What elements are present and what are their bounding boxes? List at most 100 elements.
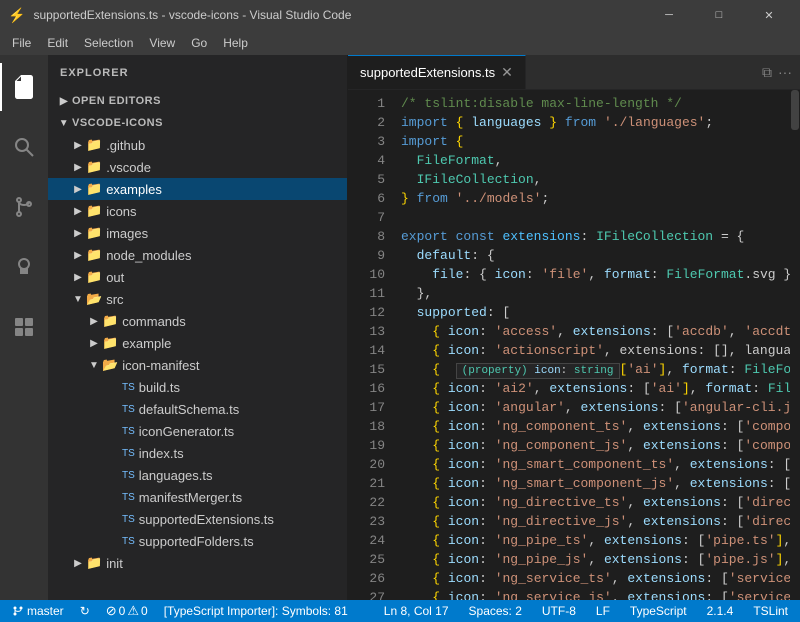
file-icongenerator-ts[interactable]: TS iconGenerator.ts — [48, 420, 347, 442]
file-index-ts[interactable]: TS index.ts — [48, 442, 347, 464]
more-actions-button[interactable]: ··· — [778, 64, 792, 80]
section-open-editors[interactable]: ▶ OPEN EDITORS — [48, 90, 347, 112]
code-line-25: { icon: 'ng_pipe_js', extensions: ['pipe… — [401, 550, 790, 569]
folder-icon: 📁 — [86, 247, 102, 263]
code-line-27: { icon: 'ng_service_js', extensions: ['s… — [401, 588, 790, 600]
activity-explorer[interactable] — [0, 63, 48, 111]
tslint-status[interactable]: TSLint — [749, 604, 792, 618]
tab-supported-extensions[interactable]: supportedExtensions.ts ✕ — [348, 55, 526, 89]
file-icon: TS — [122, 404, 135, 415]
chevron-right-icon: ▶ — [70, 225, 86, 241]
chevron-down-icon: ▼ — [56, 115, 72, 131]
ts-version[interactable]: 2.1.4 — [703, 604, 738, 618]
title-text: supportedExtensions.ts - vscode-icons - … — [33, 8, 638, 22]
file-supportedfolders-ts[interactable]: TS supportedFolders.ts — [48, 530, 347, 552]
code-line-8: export const extensions: IFileCollection… — [401, 227, 790, 246]
chevron-right-icon: ▶ — [70, 181, 86, 197]
folder-icon: 📁 — [86, 203, 102, 219]
menu-view[interactable]: View — [141, 34, 183, 52]
close-button[interactable]: ✕ — [746, 0, 792, 30]
file-build-ts[interactable]: TS build.ts — [48, 376, 347, 398]
folder-icon: 📁 — [86, 555, 102, 571]
code-line-9: default: { — [401, 246, 790, 265]
tab-filename: supportedExtensions.ts — [360, 65, 495, 80]
chevron-right-icon: ▶ — [70, 247, 86, 263]
encoding[interactable]: UTF-8 — [538, 604, 580, 618]
folder-icon-manifest[interactable]: ▼ 📂 icon-manifest — [48, 354, 347, 376]
cursor-position[interactable]: Ln 8, Col 17 — [380, 604, 453, 618]
tab-spacer — [526, 55, 754, 89]
scrollbar-thumb[interactable] — [791, 90, 799, 130]
editor-area: supportedExtensions.ts ✕ ⧉ ··· 12345 678… — [348, 55, 800, 600]
file-icon: TS — [122, 536, 135, 547]
file-manifestmerger-ts[interactable]: TS manifestMerger.ts — [48, 486, 347, 508]
folder-commands[interactable]: ▶ 📁 commands — [48, 310, 347, 332]
activity-git[interactable] — [0, 183, 48, 231]
error-count[interactable]: ⊘ 0 ⚠ 0 — [102, 603, 152, 619]
folder-icon: 📁 — [86, 269, 102, 285]
menu-edit[interactable]: Edit — [39, 34, 76, 52]
code-line-24: { icon: 'ng_pipe_ts', extensions: ['pipe… — [401, 531, 790, 550]
folder-open-icon: 📂 — [102, 357, 118, 373]
menu-file[interactable]: File — [4, 34, 39, 52]
code-line-18: { icon: 'ng_component_ts', extensions: [… — [401, 417, 790, 436]
sync-button[interactable]: ↻ — [76, 604, 94, 618]
folder-github[interactable]: ▶ 📁 .github — [48, 134, 347, 156]
file-icon: TS — [122, 448, 135, 459]
folder-icon: 📁 — [86, 159, 102, 175]
git-branch[interactable]: master — [8, 604, 68, 618]
code-line-13: { icon: 'access', extensions: ['accdb', … — [401, 322, 790, 341]
sidebar: Explorer ▶ OPEN EDITORS ▼ VSCODE-ICONS ▶… — [48, 55, 348, 600]
folder-examples[interactable]: ▶ 📁 examples — [48, 178, 347, 200]
folder-images[interactable]: ▶ 📁 images — [48, 222, 347, 244]
file-supportedextensions-ts[interactable]: TS supportedExtensions.ts — [48, 508, 347, 530]
folder-icons[interactable]: ▶ 📁 icons — [48, 200, 347, 222]
menu-help[interactable]: Help — [215, 34, 256, 52]
code-line-21: { icon: 'ng_smart_component_js', extensi… — [401, 474, 790, 493]
folder-icon: 📁 — [86, 137, 102, 153]
language-mode[interactable]: TypeScript — [626, 604, 691, 618]
code-line-15: { (property) icon: string['ai'], format:… — [401, 360, 790, 379]
chevron-right-icon: ▶ — [70, 555, 86, 571]
tab-close-button[interactable]: ✕ — [501, 64, 513, 81]
status-bar: master ↻ ⊘ 0 ⚠ 0 [TypeScript Importer]: … — [0, 600, 800, 622]
code-line-5: IFileCollection, — [401, 170, 790, 189]
maximize-button[interactable]: □ — [696, 0, 742, 30]
folder-node-modules[interactable]: ▶ 📁 node_modules — [48, 244, 347, 266]
code-line-16: { icon: 'ai2', extensions: ['ai'], forma… — [401, 379, 790, 398]
error-icon: ⊘ — [106, 603, 117, 619]
indentation[interactable]: Spaces: 2 — [465, 604, 526, 618]
code-line-10: file: { icon: 'file', format: FileFormat… — [401, 265, 790, 284]
tab-bar: supportedExtensions.ts ✕ ⧉ ··· — [348, 55, 800, 90]
section-vscode-icons[interactable]: ▼ VSCODE-ICONS — [48, 112, 347, 134]
chevron-right-icon: ▶ — [56, 93, 72, 109]
folder-init[interactable]: ▶ 📁 init — [48, 552, 347, 574]
file-defaultschema-ts[interactable]: TS defaultSchema.ts — [48, 398, 347, 420]
app-icon: ⚡ — [8, 7, 25, 24]
folder-vscode[interactable]: ▶ 📁 .vscode — [48, 156, 347, 178]
code-area[interactable]: /* tslint:disable max-line-length */ imp… — [393, 90, 790, 600]
file-languages-ts[interactable]: TS languages.ts — [48, 464, 347, 486]
status-left: master ↻ ⊘ 0 ⚠ 0 [TypeScript Importer]: … — [8, 603, 352, 619]
activity-extensions[interactable] — [0, 303, 48, 351]
folder-icon: 📁 — [102, 313, 118, 329]
code-line-19: { icon: 'ng_component_js', extensions: [… — [401, 436, 790, 455]
chevron-down-icon: ▼ — [86, 357, 102, 373]
split-editor-button[interactable]: ⧉ — [762, 64, 772, 81]
code-line-4: FileFormat, — [401, 151, 790, 170]
folder-out[interactable]: ▶ 📁 out — [48, 266, 347, 288]
folder-icon: 📁 — [86, 181, 102, 197]
menu-selection[interactable]: Selection — [76, 34, 141, 52]
minimize-button[interactable]: ─ — [646, 0, 692, 30]
status-right: Ln 8, Col 17 Spaces: 2 UTF-8 LF TypeScri… — [380, 604, 792, 618]
folder-example[interactable]: ▶ 📁 example — [48, 332, 347, 354]
code-line-2: import { languages } from './languages'; — [401, 113, 790, 132]
activity-search[interactable] — [0, 123, 48, 171]
menu-go[interactable]: Go — [183, 34, 215, 52]
chevron-right-icon: ▶ — [70, 269, 86, 285]
importer-status[interactable]: [TypeScript Importer]: Symbols: 81 — [160, 604, 352, 618]
activity-debug[interactable] — [0, 243, 48, 291]
line-ending[interactable]: LF — [592, 604, 614, 618]
folder-src[interactable]: ▼ 📂 src — [48, 288, 347, 310]
editor-scrollbar[interactable] — [790, 90, 800, 600]
